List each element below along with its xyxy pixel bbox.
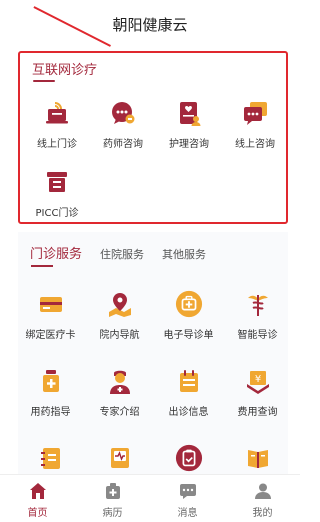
svg-text:¥: ¥ [254, 374, 260, 385]
picc-box-icon [43, 168, 71, 196]
expert-intro-label: 专家介绍 [99, 407, 140, 418]
heart-report-icon [106, 444, 134, 472]
nav-home-label: 首页 [27, 508, 48, 519]
card-icon [37, 290, 65, 318]
tab-inpatient[interactable]: 住院服务 [100, 246, 144, 262]
notebook-button[interactable] [18, 444, 85, 474]
internet-clinic-section: 互联网诊疗 线上门诊 药师咨询 护理咨询 线上咨询 PICC门诊 [18, 51, 288, 224]
message-icon [179, 482, 197, 500]
section-title: 互联网诊疗 [32, 63, 98, 78]
smart-triage-label: 智能导诊 [237, 330, 278, 341]
fee-inquiry-label: 费用查询 [237, 407, 278, 418]
nurse-card-icon [175, 99, 203, 127]
nav-home[interactable]: 首页 [0, 475, 75, 522]
nursing-consult-label: 护理咨询 [169, 139, 209, 150]
bind-medical-card-button[interactable]: 绑定医疗卡 [18, 290, 85, 341]
clinic-schedule-button[interactable]: 出诊信息 [154, 367, 223, 418]
map-pin-icon [106, 290, 134, 318]
nav-messages-label: 消息 [177, 508, 198, 519]
hospital-navigation-label: 院内导航 [99, 330, 140, 341]
medicine-bottle-icon [37, 367, 65, 395]
book-icon [244, 444, 272, 472]
notebook-icon [37, 444, 65, 472]
nav-profile[interactable]: 我的 [225, 475, 300, 522]
nursing-consult-button[interactable]: 护理咨询 [156, 99, 222, 150]
pharmacist-consult-label: 药师咨询 [103, 139, 143, 150]
caduceus-icon [244, 290, 272, 318]
expert-intro-button[interactable]: 专家介绍 [85, 367, 154, 418]
online-consult-label: 线上咨询 [235, 139, 275, 150]
medication-guide-label: 用药指导 [30, 407, 71, 418]
medical-record-icon [104, 482, 122, 500]
hospital-navigation-button[interactable]: 院内导航 [85, 290, 154, 341]
nav-messages[interactable]: 消息 [150, 475, 225, 522]
active-tab-indicator [31, 265, 53, 267]
heart-report-button[interactable] [85, 444, 154, 474]
doctor-icon [106, 367, 134, 395]
laptop-wifi-icon [43, 99, 71, 127]
yen-icon: ¥ [244, 367, 272, 395]
book-button[interactable] [223, 444, 288, 474]
bind-medical-card-label: 绑定医疗卡 [25, 330, 76, 341]
service-tabs: 门诊服务 住院服务 其他服务 [30, 243, 224, 262]
bottom-nav: 首页 病历 消息 我的 [0, 474, 300, 522]
picc-clinic-label: PICC门诊 [35, 208, 79, 219]
nav-records-label: 病历 [102, 508, 123, 519]
smart-triage-button[interactable]: 智能导诊 [223, 290, 288, 341]
page-title: 朝阳健康云 [112, 16, 188, 34]
clipboard-icon [175, 444, 203, 472]
home-icon [29, 482, 47, 500]
clinic-schedule-label: 出诊信息 [168, 407, 209, 418]
user-icon [254, 482, 272, 500]
nav-records[interactable]: 病历 [75, 475, 150, 522]
header: 朝阳健康云 [0, 0, 300, 50]
pharmacist-consult-button[interactable]: 药师咨询 [90, 99, 156, 150]
internet-clinic-grid: 线上门诊 药师咨询 护理咨询 线上咨询 PICC门诊 [24, 99, 288, 219]
tab-outpatient[interactable]: 门诊服务 [30, 243, 82, 262]
services-section: 门诊服务 住院服务 其他服务 绑定医疗卡 院内导航 电子导诊单 智能导诊 用药指… [18, 232, 288, 474]
nav-profile-label: 我的 [252, 508, 273, 519]
clipboard-button[interactable] [154, 444, 223, 474]
tab-other[interactable]: 其他服务 [162, 246, 206, 262]
online-clinic-label: 线上门诊 [37, 139, 77, 150]
e-guide-sheet-label: 电子导诊单 [163, 330, 214, 341]
online-consult-button[interactable]: 线上咨询 [222, 99, 288, 150]
calendar-icon [175, 367, 203, 395]
medication-guide-button[interactable]: 用药指导 [18, 367, 85, 418]
section-underline [33, 80, 55, 82]
medical-kit-icon [175, 290, 203, 318]
chat-bubble-icon [109, 99, 137, 127]
picc-clinic-button[interactable]: PICC门诊 [24, 168, 90, 219]
fee-inquiry-button[interactable]: ¥ 费用查询 [223, 367, 288, 418]
e-guide-sheet-button[interactable]: 电子导诊单 [154, 290, 223, 341]
services-grid: 绑定医疗卡 院内导航 电子导诊单 智能导诊 用药指导 专家介绍 出诊信息 ¥ 费… [18, 290, 288, 474]
online-clinic-button[interactable]: 线上门诊 [24, 99, 90, 150]
chat-stack-icon [241, 99, 269, 127]
